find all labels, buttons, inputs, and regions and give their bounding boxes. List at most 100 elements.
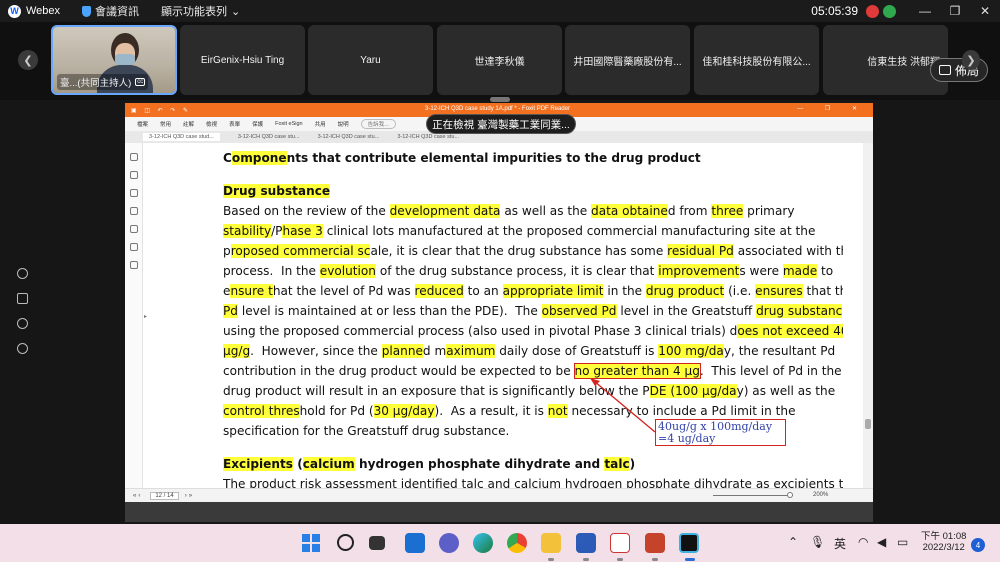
taskbar-clock[interactable]: 下午 01:08 2022/3/12 bbox=[921, 531, 966, 553]
powerpoint-icon[interactable] bbox=[645, 533, 665, 553]
meeting-info-button[interactable]: 會議資訊 bbox=[82, 3, 139, 19]
pdf-tab[interactable]: 3-12-ICH Q3D case stu... bbox=[397, 134, 459, 140]
participant-name: 佳和桂科技股份有限公... bbox=[702, 56, 811, 68]
participant-tile-host[interactable]: 臺...(共同主持人) cc bbox=[51, 25, 177, 95]
strip-next-button[interactable]: ❯ bbox=[962, 50, 980, 70]
clock-date: 2022/3/12 bbox=[922, 542, 965, 553]
quick-access-icons[interactable]: ▣ ◫ ↶ ↷ ✎ bbox=[131, 107, 191, 114]
captions-icon: cc bbox=[135, 78, 146, 86]
pdf-window-title: 3-12-ICH Q3D case study 1A.pdf * - Foxit… bbox=[425, 106, 571, 112]
participant-name: EirGenix-Hsiu Ting bbox=[200, 54, 285, 66]
chat-icon[interactable] bbox=[439, 533, 459, 553]
share-handle[interactable] bbox=[490, 97, 510, 102]
doc-paragraph-line: process. In the evolution of the drug su… bbox=[223, 264, 834, 278]
doc-paragraph-line: stability/Phase 3 clinical lots manufact… bbox=[223, 224, 816, 238]
attachment-icon[interactable] bbox=[129, 225, 138, 233]
zoom-in-icon[interactable] bbox=[17, 318, 28, 329]
doc-paragraph-line: Pd level is maintained at or less than t… bbox=[223, 304, 843, 318]
participant-name: 臺...(共同主持人) cc bbox=[57, 74, 149, 90]
signature-icon[interactable] bbox=[129, 261, 138, 269]
participant-tile[interactable]: 信東生技 洪郁翔 bbox=[823, 25, 948, 95]
strip-prev-button[interactable]: ❮ bbox=[18, 50, 38, 70]
pdf-window-controls[interactable]: — ❐ ✕ bbox=[797, 105, 867, 112]
menu-protect[interactable]: 保護 bbox=[252, 120, 263, 128]
webex-logo: W Webex bbox=[8, 4, 60, 18]
sidebar-toggle-icon[interactable]: ▸ bbox=[144, 313, 148, 321]
zoom-slider-knob[interactable] bbox=[787, 492, 793, 498]
pages-icon[interactable] bbox=[129, 171, 138, 179]
display-menu-label: 顯示功能表列 bbox=[161, 6, 228, 18]
participant-tile[interactable]: 井田國際醫藥廠股份有... bbox=[565, 25, 690, 95]
battery-icon[interactable]: ▭ bbox=[897, 535, 908, 549]
zoom-slider[interactable] bbox=[713, 495, 793, 496]
viewing-share-banner[interactable]: 正在檢視 臺灣製藥工業同業... bbox=[426, 114, 576, 134]
edge-icon[interactable] bbox=[473, 533, 493, 553]
page-number-input[interactable]: 12 / 14 bbox=[150, 491, 179, 500]
tell-me-search[interactable]: 告訴我... bbox=[360, 119, 396, 129]
zoom-level[interactable]: 200% bbox=[813, 492, 828, 498]
connection-icon bbox=[883, 4, 896, 18]
display-menu-button[interactable]: 顯示功能表列 ⌄ bbox=[161, 3, 240, 19]
recording-icon bbox=[866, 4, 879, 18]
doc-paragraph-line: control threshold for Pd (30 µg/day). As… bbox=[223, 404, 796, 418]
menu-help[interactable]: 說明 bbox=[338, 120, 349, 128]
file-explorer-icon[interactable] bbox=[541, 533, 561, 553]
doc-subheading: Drug substance bbox=[223, 184, 331, 198]
menu-esign[interactable]: Foxit eSign bbox=[275, 121, 303, 127]
participant-name: 井田國際醫藥廠股份有... bbox=[573, 56, 682, 68]
pdf-tab[interactable]: 3-12-ICH Q3D case stu... bbox=[318, 134, 380, 140]
pdf-vertical-scrollbar[interactable] bbox=[863, 143, 873, 488]
minimize-button[interactable]: — bbox=[910, 0, 940, 22]
close-button[interactable]: ✕ bbox=[970, 0, 1000, 22]
menu-file[interactable]: 檔案 bbox=[137, 120, 148, 128]
webex-top-bar: W Webex 會議資訊 顯示功能表列 ⌄ 05:05:39 — ❐ ✕ bbox=[0, 0, 1000, 22]
menu-comment[interactable]: 註解 bbox=[183, 120, 194, 128]
task-view-icon[interactable] bbox=[369, 536, 385, 550]
page-nav-next[interactable]: ›» bbox=[185, 493, 194, 499]
participant-tile[interactable]: 世達李秋儀 bbox=[437, 25, 562, 95]
participant-strip: ❮ 臺...(共同主持人) cc EirGenix-Hsiu Ting Yaru… bbox=[0, 22, 1000, 100]
layers-icon[interactable] bbox=[129, 207, 138, 215]
widgets-icon[interactable] bbox=[405, 533, 425, 553]
doc-paragraph-line: contribution in the drug product would b… bbox=[223, 363, 842, 379]
lock-icon[interactable] bbox=[129, 243, 138, 251]
microphone-icon[interactable]: 🎙 bbox=[810, 535, 825, 549]
tray-overflow-icon[interactable]: ⌃ bbox=[788, 535, 798, 549]
participant-tile[interactable]: 佳和桂科技股份有限公... bbox=[694, 25, 819, 95]
webex-logo-icon: W bbox=[8, 4, 21, 18]
menu-form[interactable]: 表單 bbox=[229, 120, 240, 128]
participant-name: 信東生技 洪郁翔 bbox=[867, 56, 940, 68]
notification-badge[interactable]: 4 bbox=[971, 538, 985, 552]
volume-icon[interactable]: ◀ bbox=[877, 535, 886, 549]
start-button[interactable] bbox=[301, 533, 321, 553]
ime-indicator[interactable]: 英 bbox=[834, 535, 846, 552]
annotate-icon[interactable] bbox=[17, 268, 28, 279]
annotation-box[interactable]: 40ug/g x 100mg/day =4 ug/day bbox=[655, 419, 786, 446]
pdf-reader-icon[interactable] bbox=[610, 533, 630, 553]
scroll-thumb[interactable] bbox=[865, 419, 871, 429]
menu-home[interactable]: 常用 bbox=[160, 120, 171, 128]
restore-button[interactable]: ❐ bbox=[940, 0, 970, 22]
comments-icon[interactable] bbox=[129, 189, 138, 197]
doc-paragraph-line: µg/g. However, since the planned maximum… bbox=[223, 344, 836, 358]
search-icon[interactable] bbox=[337, 534, 354, 551]
doc-paragraph-line: using the proposed commercial process (a… bbox=[223, 324, 843, 338]
webex-taskbar-icon[interactable] bbox=[679, 533, 699, 553]
pdf-tab[interactable]: 3-12-ICH Q3D case stud... bbox=[143, 133, 220, 141]
clock-time: 下午 01:08 bbox=[921, 531, 967, 542]
menu-view[interactable]: 檢視 bbox=[206, 120, 217, 128]
doc-heading: Components that contribute elemental imp… bbox=[223, 151, 701, 165]
layout-icon bbox=[938, 65, 951, 75]
participant-tile[interactable]: Yaru bbox=[308, 25, 433, 95]
doc-paragraph-line: specification for the Greatstuff drug su… bbox=[223, 424, 510, 438]
menu-share[interactable]: 共用 bbox=[315, 120, 326, 128]
pdf-tab[interactable]: 3-12-ICH Q3D case stu... bbox=[238, 134, 300, 140]
wifi-icon[interactable]: ◠ bbox=[858, 535, 868, 549]
page-nav-first[interactable]: «‹ bbox=[133, 493, 142, 499]
chrome-icon[interactable] bbox=[507, 533, 527, 553]
screen-icon[interactable] bbox=[17, 293, 28, 304]
word-icon[interactable] bbox=[576, 533, 596, 553]
participant-tile[interactable]: EirGenix-Hsiu Ting bbox=[180, 25, 305, 95]
zoom-out-icon[interactable] bbox=[17, 343, 28, 354]
bookmark-icon[interactable] bbox=[129, 153, 138, 161]
